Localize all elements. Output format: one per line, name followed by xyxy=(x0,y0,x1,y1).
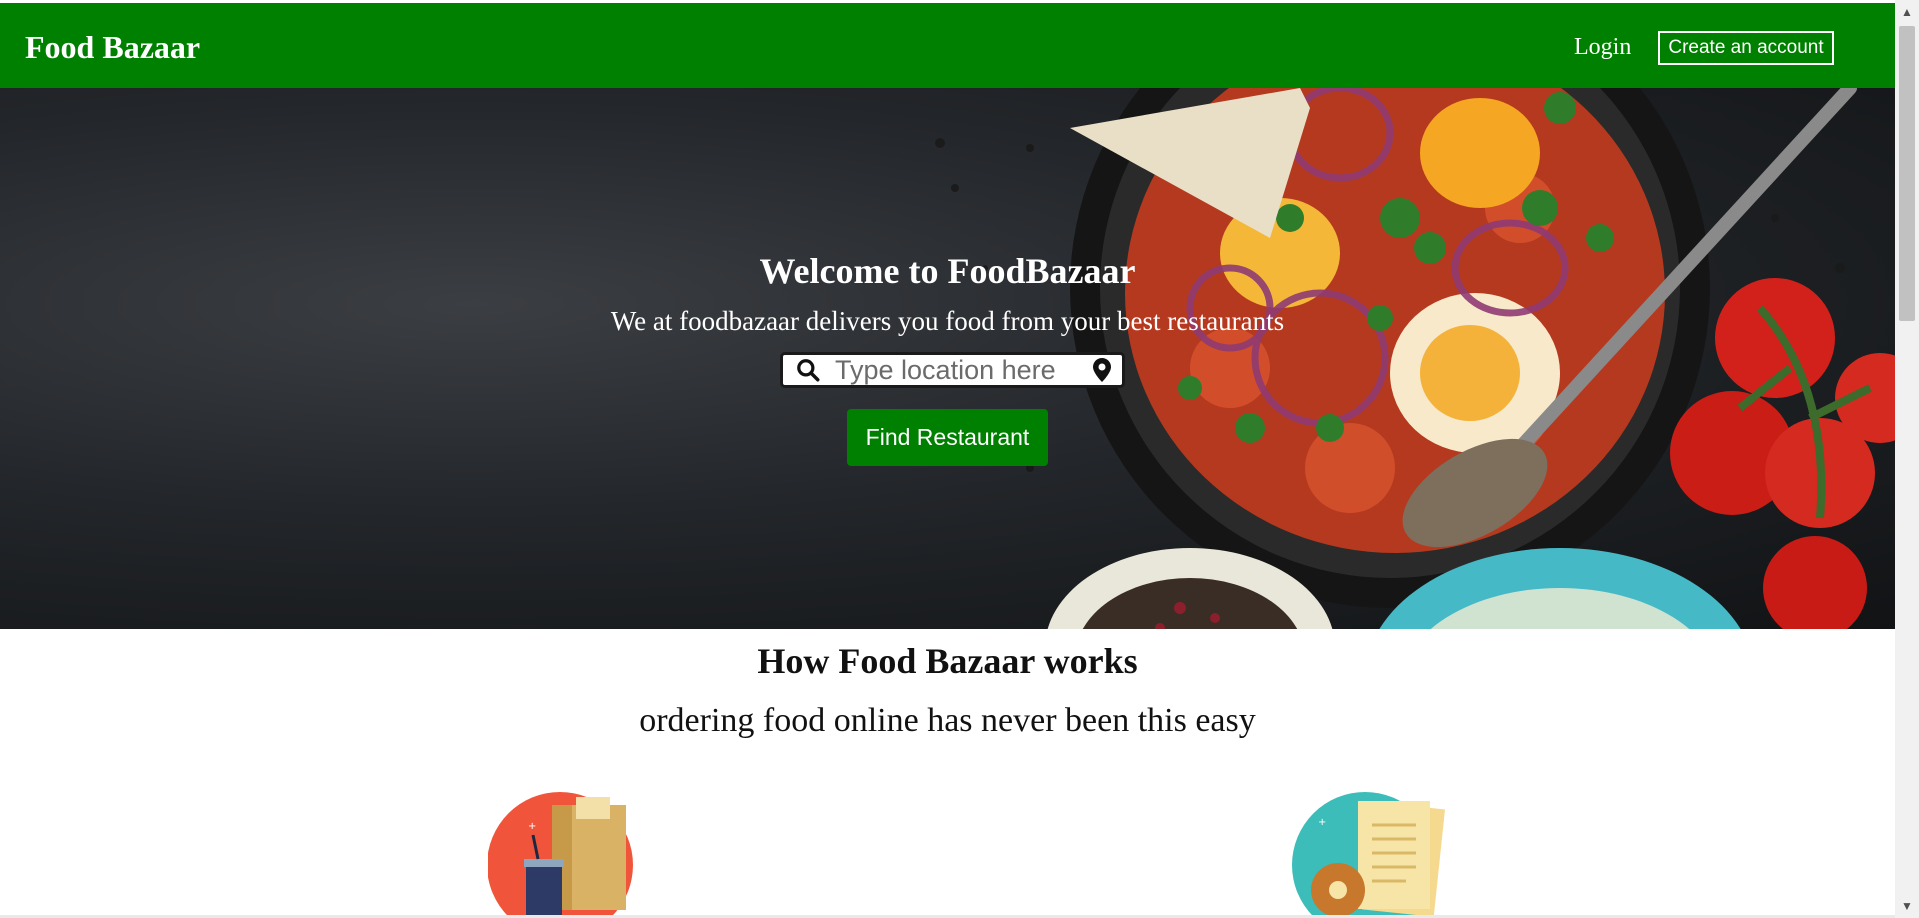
location-pin-icon[interactable] xyxy=(1093,358,1115,382)
scroll-down-arrow-icon[interactable]: ▼ xyxy=(1895,896,1919,916)
create-account-button[interactable]: Create an account xyxy=(1658,31,1834,65)
hero-subtitle: We at foodbazaar delivers you food from … xyxy=(610,306,1285,336)
svg-text:+: + xyxy=(528,821,536,832)
location-search-input[interactable] xyxy=(833,353,1087,387)
scrollbar-thumb[interactable] xyxy=(1899,26,1915,321)
scroll-up-arrow-icon[interactable]: ▲ xyxy=(1895,2,1919,22)
location-search-box[interactable] xyxy=(780,352,1125,388)
find-restaurant-button[interactable]: Find Restaurant xyxy=(847,409,1048,466)
how-it-works-title: How Food Bazaar works xyxy=(757,641,1138,681)
svg-text:+: + xyxy=(1318,817,1326,828)
login-link[interactable]: Login xyxy=(1574,34,1631,61)
hero-banner: Welcome to FoodBazaar We at foodbazaar d… xyxy=(0,88,1895,629)
menu-order-illustration: + xyxy=(1292,792,1446,918)
top-navbar: Food Bazaar Login Create an account xyxy=(0,3,1895,88)
how-it-works-subtitle: ordering food online has never been this… xyxy=(639,702,1256,739)
search-icon xyxy=(795,357,825,383)
vertical-scrollbar[interactable]: ▲ ▼ xyxy=(1895,0,1919,918)
brand-logo-text[interactable]: Food Bazaar xyxy=(25,29,200,66)
hero-title: Welcome to FoodBazaar xyxy=(759,251,1136,291)
food-bag-illustration: + xyxy=(488,792,633,918)
